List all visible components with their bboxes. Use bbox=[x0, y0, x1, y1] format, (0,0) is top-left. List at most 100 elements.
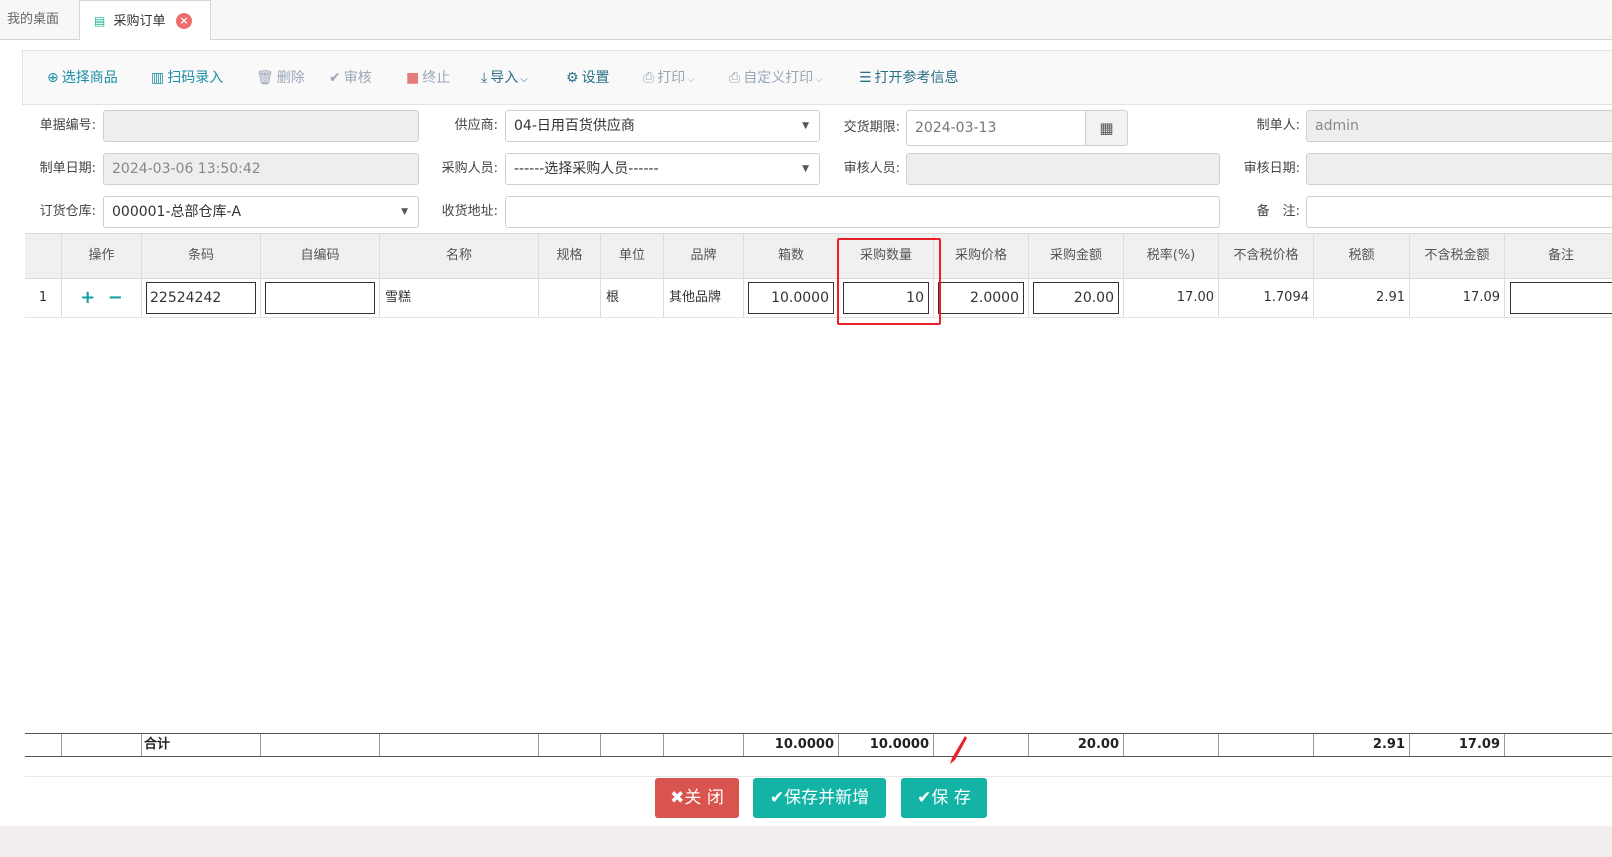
ex-price-cell: 1.7094 bbox=[1219, 279, 1314, 317]
qty-highlight-box bbox=[837, 238, 941, 325]
calendar-icon[interactable]: ▦ bbox=[1086, 110, 1128, 146]
warehouse-select[interactable]: 000001-总部仓库-A ▼ bbox=[103, 196, 419, 228]
col-ex-price: 不含税价格 bbox=[1219, 234, 1314, 278]
save-button-label: 保 存 bbox=[931, 788, 971, 808]
delivery-deadline-input[interactable]: 2024-03-13 bbox=[906, 110, 1086, 146]
col-ex-amount: 不含税金额 bbox=[1410, 234, 1505, 278]
col-price: 采购价格 bbox=[934, 234, 1029, 278]
col-name: 名称 bbox=[380, 234, 539, 278]
col-index bbox=[25, 234, 62, 278]
settings-label: 设置 bbox=[581, 70, 610, 86]
dropdown-arrow-icon: ▼ bbox=[802, 121, 809, 131]
close-tab-icon[interactable]: × bbox=[176, 13, 192, 29]
save-and-new-button[interactable]: ✔保存并新增 bbox=[753, 778, 886, 818]
scan-entry-label: 扫码录入 bbox=[167, 70, 224, 86]
row-remark-input[interactable] bbox=[1510, 282, 1612, 314]
col-op: 操作 bbox=[62, 234, 142, 278]
sum-blank bbox=[1124, 734, 1219, 756]
col-barcode: 条码 bbox=[142, 234, 261, 278]
supplier-label: 供应商: bbox=[454, 118, 498, 133]
check-icon: ✔ bbox=[769, 788, 785, 808]
reviewer-field[interactable] bbox=[906, 153, 1220, 185]
barcode-input[interactable]: 22524242 bbox=[146, 282, 256, 314]
bottom-strip bbox=[0, 826, 1612, 857]
review-date-field[interactable] bbox=[1306, 153, 1612, 185]
stop-icon: ■ bbox=[406, 70, 420, 86]
boxes-input[interactable]: 10.0000 bbox=[748, 282, 834, 314]
make-date-field[interactable]: 2024-03-06 13:50:42 bbox=[103, 153, 419, 185]
selfcode-input[interactable] bbox=[265, 282, 375, 314]
sum-blank bbox=[380, 734, 539, 756]
tax-cell: 2.91 bbox=[1314, 279, 1410, 317]
list-icon: ☰ bbox=[859, 70, 872, 86]
add-row-icon[interactable]: + bbox=[80, 287, 95, 308]
name-cell: 雪糕 bbox=[380, 279, 539, 317]
col-tax: 税额 bbox=[1314, 234, 1410, 278]
col-tax-rate: 税率(%) bbox=[1124, 234, 1219, 278]
row-index: 1 bbox=[25, 279, 62, 317]
spec-cell bbox=[539, 279, 601, 317]
printer-icon: ⎙ bbox=[729, 70, 741, 86]
remark-input[interactable] bbox=[1306, 196, 1612, 228]
sum-blank bbox=[539, 734, 601, 756]
selfcode-cell bbox=[261, 279, 380, 317]
select-goods-button[interactable]: ⊕ 选择商品 bbox=[47, 51, 118, 106]
summary-row: 合计 10.0000 10.0000 20.00 2.91 17.09 bbox=[25, 733, 1612, 757]
delete-button[interactable]: 🗑 删除 bbox=[256, 51, 305, 106]
review-date-label: 审核日期: bbox=[1243, 161, 1300, 176]
col-boxes: 箱数 bbox=[744, 234, 839, 278]
check-icon: ✔ bbox=[917, 788, 932, 808]
divider bbox=[25, 776, 1612, 777]
close-button-label: 关 闭 bbox=[684, 788, 724, 808]
zoom-search-icon: ⊕ bbox=[47, 70, 59, 86]
col-remark: 备注 bbox=[1548, 248, 1575, 263]
import-dropdown[interactable]: ⤓ 导入 ⌵ bbox=[481, 51, 528, 106]
print-label: 打印 bbox=[657, 70, 686, 86]
chevron-down-icon: ⌵ bbox=[687, 74, 695, 85]
tax-rate-cell: 17.00 bbox=[1124, 279, 1219, 317]
price-input[interactable]: 2.0000 bbox=[938, 282, 1024, 314]
grid-header: 操作 条码 自编码 名称 规格 单位 品牌 箱数 采购数量 采购价格 采购金额 … bbox=[25, 233, 1612, 279]
open-reference-button[interactable]: ☰ 打开参考信息 bbox=[859, 51, 959, 106]
address-label: 收货地址: bbox=[441, 204, 498, 219]
scan-entry-button[interactable]: ▥ 扫码录入 bbox=[151, 51, 223, 106]
dropdown-arrow-icon: ▼ bbox=[401, 207, 408, 217]
printer-icon: ⎙ bbox=[643, 70, 655, 86]
doc-no-field[interactable] bbox=[103, 110, 419, 142]
price-cell: 2.0000 bbox=[934, 279, 1029, 317]
dropdown-arrow-icon: ▼ bbox=[802, 164, 809, 174]
buyer-label: 采购人员: bbox=[441, 161, 498, 176]
address-input[interactable] bbox=[505, 196, 1220, 228]
sum-blank bbox=[1505, 734, 1612, 756]
select-goods-label: 选择商品 bbox=[61, 70, 118, 86]
maker-field[interactable]: admin bbox=[1306, 110, 1612, 142]
tab-home-label: 我的桌面 bbox=[7, 12, 60, 27]
custom-print-dropdown[interactable]: ⎙ 自定义打印 ⌵ bbox=[729, 51, 823, 106]
supplier-value: 04-日用百货供应商 bbox=[514, 118, 635, 134]
close-x-icon: ✖ bbox=[670, 788, 685, 808]
toolbar: ⊕ 选择商品 ▥ 扫码录入 🗑 删除 ✔ 审核 ■ 终止 ⤓ 导入 ⌵ ⚙ 设置 ⎙ 打印 ⌵ ⎙ 自… bbox=[22, 50, 1612, 105]
tab-home[interactable]: 我的桌面 bbox=[0, 0, 78, 40]
sum-label: 合计 bbox=[142, 734, 261, 756]
review-button[interactable]: ✔ 审核 bbox=[329, 51, 372, 106]
save-button[interactable]: ✔保 存 bbox=[901, 778, 987, 818]
amount-input[interactable]: 20.00 bbox=[1033, 282, 1119, 314]
close-button[interactable]: ✖关 闭 bbox=[655, 778, 739, 818]
check-icon: ✔ bbox=[329, 70, 341, 86]
gear-icon: ⚙ bbox=[566, 70, 579, 86]
settings-button[interactable]: ⚙ 设置 bbox=[566, 51, 610, 106]
terminate-button[interactable]: ■ 终止 bbox=[406, 51, 450, 106]
remark-label: 备 注: bbox=[1256, 204, 1300, 219]
boxes-cell: 10.0000 bbox=[744, 279, 839, 317]
document-icon: ▤ bbox=[94, 14, 106, 28]
buyer-select[interactable]: ------选择采购人员------ ▼ bbox=[505, 153, 820, 185]
table-row: 1 + − 22524242 雪糕 根 其他品牌 10.0000 10 2.00… bbox=[25, 279, 1612, 318]
print-dropdown[interactable]: ⎙ 打印 ⌵ bbox=[643, 51, 695, 106]
sum-blank bbox=[62, 734, 142, 756]
col-amount: 采购金额 bbox=[1029, 234, 1124, 278]
maker-label: 制单人: bbox=[1256, 118, 1300, 133]
tab-purchase-order[interactable]: ▤ 采购订单 × bbox=[79, 0, 211, 41]
barcode-cell: 22524242 bbox=[142, 279, 261, 317]
supplier-select[interactable]: 04-日用百货供应商 ▼ bbox=[505, 110, 820, 142]
remove-row-icon[interactable]: − bbox=[108, 287, 123, 308]
